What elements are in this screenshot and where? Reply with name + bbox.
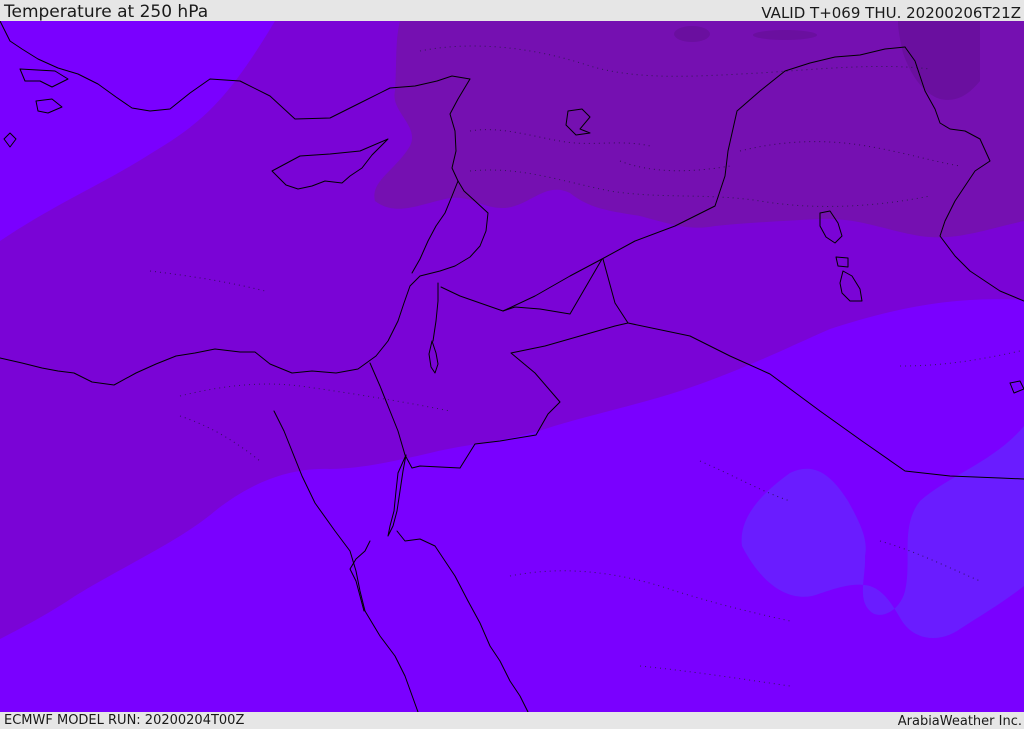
temperature-map: [0, 21, 1024, 712]
temperature-spot-coldest-1: [674, 26, 710, 42]
map-title: Temperature at 250 hPa: [4, 2, 209, 22]
header-bar: Temperature at 250 hPa VALID T+069 THU. …: [0, 0, 1024, 21]
credit-label: ArabiaWeather Inc.: [897, 714, 1022, 729]
temperature-spot-coldest-2: [753, 30, 817, 40]
map-frame: Temperature at 250 hPa VALID T+069 THU. …: [0, 0, 1024, 729]
map-panel[interactable]: [0, 21, 1024, 712]
footer-bar: ECMWF MODEL RUN: 20200204T00Z ArabiaWeat…: [0, 712, 1024, 729]
valid-time-label: VALID T+069 THU. 20200206T21Z: [761, 4, 1021, 22]
model-run-label: ECMWF MODEL RUN: 20200204T00Z: [4, 713, 245, 728]
